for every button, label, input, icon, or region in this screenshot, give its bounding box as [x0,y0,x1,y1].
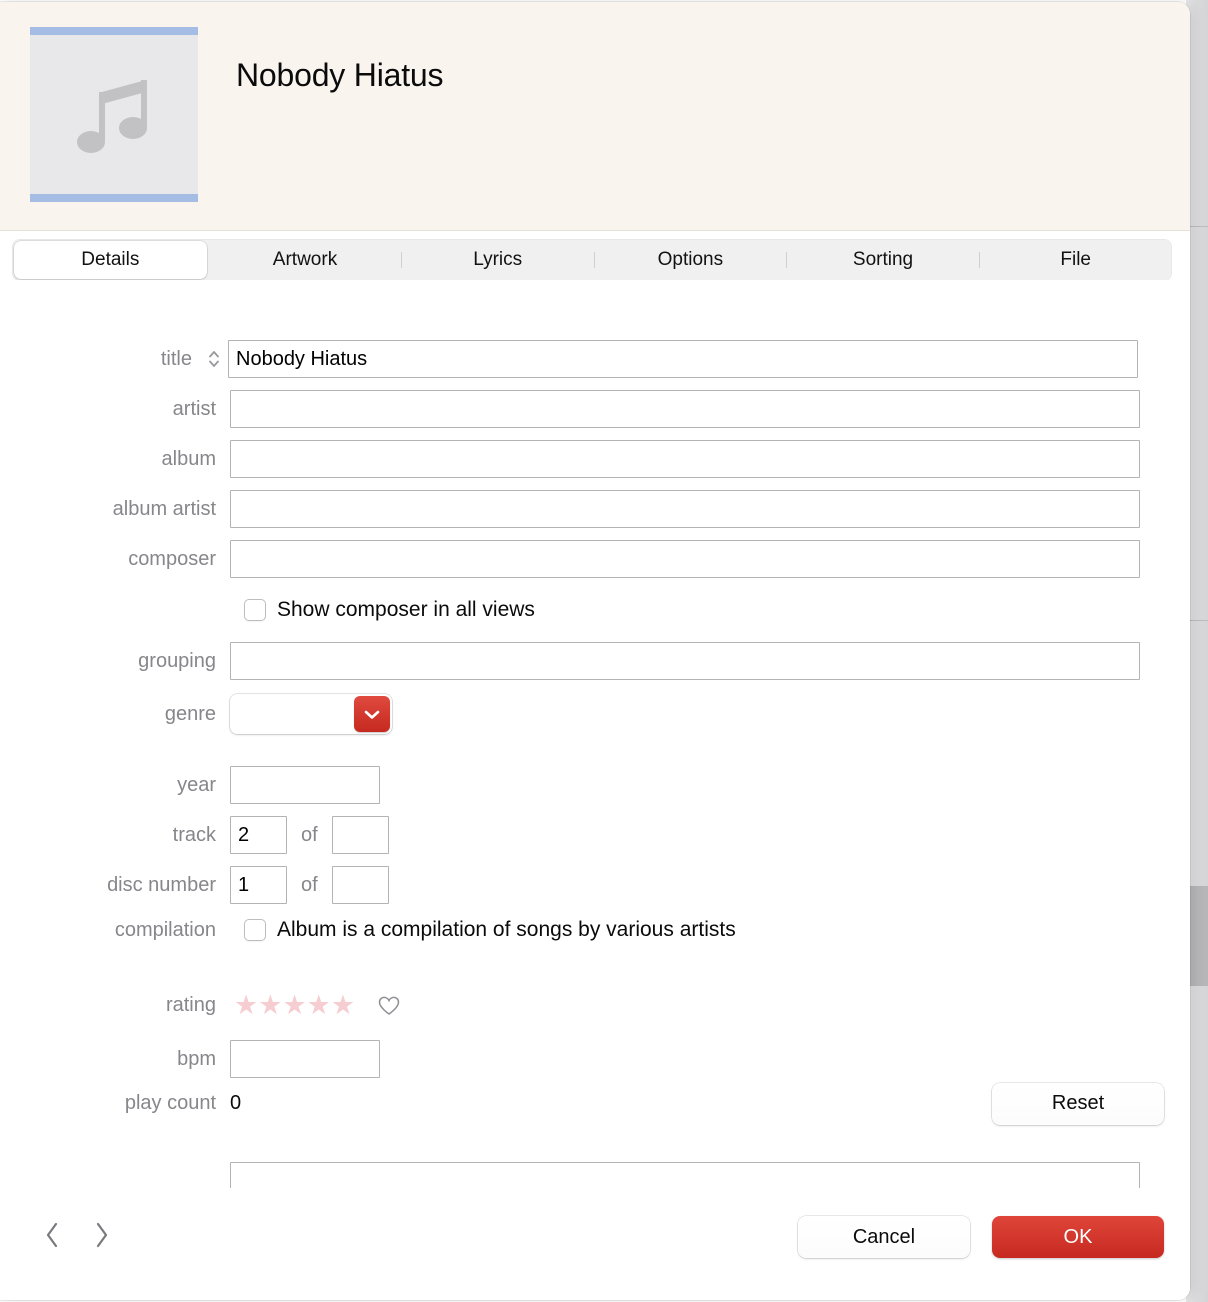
field-row-compilation: compilation Album is a compilation of so… [0,918,1190,942]
cancel-button-label: Cancel [853,1226,915,1249]
chevron-right-icon [93,1220,111,1250]
disc-number-label: disc number [0,874,230,897]
field-row-composer: composer [0,540,1190,578]
field-row-bpm: bpm [0,1040,1190,1078]
composer-input[interactable] [230,540,1140,578]
title-input[interactable] [228,340,1138,378]
next-item-button[interactable] [90,1218,114,1252]
rating-label: rating [0,994,230,1017]
field-row-album: album [0,440,1190,478]
tab-bar: Details Artwork Lyrics Options Sorting F… [12,239,1172,281]
details-form: title artist album album artist [0,280,1190,1188]
star-icon[interactable]: ★ [331,992,355,1019]
tab-details-label: Details [81,249,139,271]
field-row-play-count: play count 0 Reset [0,1092,1190,1115]
track-of-label: of [301,824,318,847]
disc-number-input[interactable] [230,866,287,904]
compilation-label: compilation [0,919,230,942]
chevron-up-down-icon [207,348,221,370]
reset-button[interactable]: Reset [992,1083,1164,1125]
field-row-comments: comments [0,1162,1190,1188]
field-row-track: track of [0,816,1190,854]
disc-of-label: of [301,874,318,897]
star-icon[interactable]: ★ [282,992,306,1019]
track-total-input[interactable] [332,816,389,854]
title-label: title [0,348,206,371]
previous-item-button[interactable] [40,1218,64,1252]
track-label: track [0,824,230,847]
checkbox-box [244,599,266,621]
field-row-show-composer: Show composer in all views [0,598,1190,622]
tab-sorting[interactable]: Sorting [787,241,980,279]
tab-lyrics[interactable]: Lyrics [401,241,594,279]
chevron-down-icon [363,708,381,720]
field-row-year: year [0,766,1190,804]
tab-sorting-label: Sorting [853,249,913,271]
star-icon[interactable]: ★ [307,992,331,1019]
show-composer-checkbox[interactable]: Show composer in all views [244,598,535,622]
album-input[interactable] [230,440,1140,478]
artwork-bottom-band [30,194,198,202]
tab-options-label: Options [658,249,723,271]
comments-input[interactable] [230,1162,1140,1188]
album-artist-input[interactable] [230,490,1140,528]
tab-file-label: File [1060,249,1091,271]
ok-button[interactable]: OK [992,1216,1164,1258]
album-artwork-placeholder[interactable] [30,27,198,202]
track-number-input[interactable] [230,816,287,854]
tab-artwork-label: Artwork [273,249,337,271]
tab-lyrics-label: Lyrics [473,249,522,271]
compilation-checkbox-label: Album is a compilation of songs by vario… [277,918,736,942]
heart-outline-icon [377,995,401,1017]
tab-artwork[interactable]: Artwork [209,241,402,279]
chevron-left-icon [43,1220,61,1250]
star-icon[interactable]: ★ [258,992,282,1019]
love-heart-button[interactable] [377,995,401,1017]
composer-label: composer [0,548,230,571]
field-row-genre: genre [0,694,1190,734]
bpm-input[interactable] [230,1040,380,1078]
artist-label: artist [0,398,230,421]
dialog-actions: Cancel OK [798,1216,1164,1258]
rating-stars[interactable]: ★ ★ ★ ★ ★ [234,992,355,1019]
get-info-dialog: Nobody Hiatus Details Artwork Lyrics Opt… [0,2,1190,1300]
page-title: Nobody Hiatus [236,57,443,94]
disc-total-input[interactable] [332,866,389,904]
play-count-label: play count [0,1092,230,1115]
genre-label: genre [0,703,230,726]
tab-options[interactable]: Options [594,241,787,279]
title-stepper[interactable] [206,348,222,370]
year-label: year [0,774,230,797]
field-row-grouping: grouping [0,642,1190,680]
cancel-button[interactable]: Cancel [798,1216,970,1258]
compilation-checkbox[interactable]: Album is a compilation of songs by vario… [244,918,736,942]
artwork-top-band [30,27,198,35]
star-icon[interactable]: ★ [234,992,258,1019]
genre-dropdown-button[interactable] [354,696,390,732]
bpm-label: bpm [0,1048,230,1071]
album-artist-label: album artist [0,498,230,521]
year-input[interactable] [230,766,380,804]
album-label: album [0,448,230,471]
play-count-value: 0 [230,1092,241,1115]
reset-button-label: Reset [1052,1092,1104,1115]
show-composer-label: Show composer in all views [277,598,535,622]
field-row-title: title [0,340,1190,378]
grouping-label: grouping [0,650,230,673]
music-note-icon [72,70,156,160]
grouping-input[interactable] [230,642,1140,680]
dialog-header: Nobody Hiatus [0,2,1190,231]
field-row-rating: rating ★ ★ ★ ★ ★ [0,992,1190,1019]
tab-file[interactable]: File [979,241,1172,279]
ok-button-label: OK [1064,1226,1093,1249]
genre-combobox[interactable] [230,694,392,734]
field-row-disc-number: disc number of [0,866,1190,904]
artist-input[interactable] [230,390,1140,428]
field-row-artist: artist [0,390,1190,428]
dialog-footer: Cancel OK [0,1188,1190,1300]
field-row-album-artist: album artist [0,490,1190,528]
tab-details[interactable]: Details [14,241,207,279]
record-navigation [40,1218,114,1252]
checkbox-box [244,919,266,941]
